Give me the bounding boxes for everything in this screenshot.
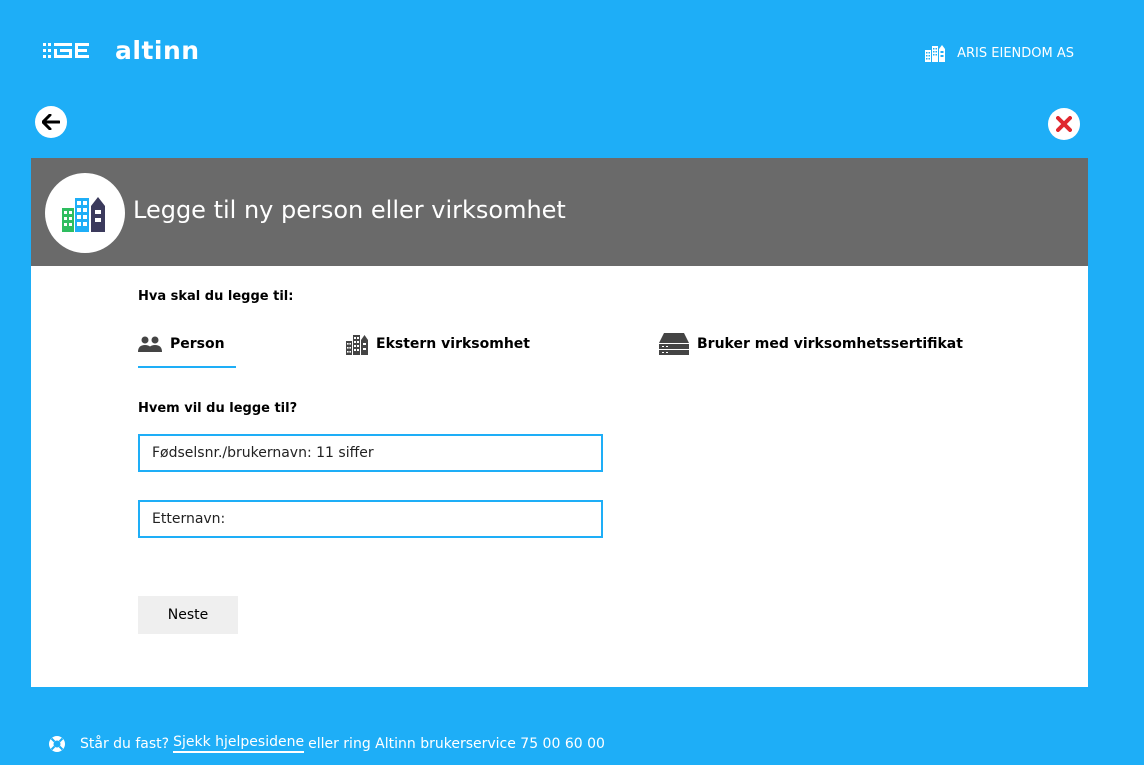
ssn-username-input[interactable] xyxy=(138,434,603,472)
help-footer: Står du fast? Sjekk hjelpesidene eller r… xyxy=(48,734,605,753)
people-icon xyxy=(138,336,162,352)
top-bar: altinn ARIS EIENDOM AS xyxy=(0,0,1144,100)
tab-certificate-user[interactable]: Bruker med virksomhetssertifikat xyxy=(659,322,963,366)
page-title: Legge til ny person eller virksomhet xyxy=(133,196,566,224)
tab-certificate-user-label: Bruker med virksomhetssertifikat xyxy=(697,336,963,352)
altinn-logo[interactable]: altinn xyxy=(43,36,200,65)
brand-name: altinn xyxy=(115,36,200,65)
organization-switcher[interactable]: ARIS EIENDOM AS xyxy=(925,44,1074,62)
header-icon-badge xyxy=(45,173,125,253)
buildings-icon xyxy=(346,333,368,355)
last-name-input[interactable] xyxy=(138,500,603,538)
colored-buildings-icon xyxy=(62,194,108,232)
who-question-label: Hvem vil du legge til? xyxy=(138,401,298,416)
lifebuoy-icon xyxy=(48,735,66,753)
panel-header: Legge til ny person eller virksomhet xyxy=(31,158,1088,266)
type-tabs: Person Ekstern virksomhet Bruker med vir… xyxy=(138,322,1038,370)
close-icon xyxy=(1056,116,1072,132)
organization-name: ARIS EIENDOM AS xyxy=(957,45,1074,61)
help-pages-link[interactable]: Sjekk hjelpesidene xyxy=(173,734,305,753)
close-button[interactable] xyxy=(1048,108,1080,140)
server-icon xyxy=(659,333,689,355)
tab-external-company[interactable]: Ekstern virksomhet xyxy=(346,322,530,366)
tab-external-company-label: Ekstern virksomhet xyxy=(376,336,530,352)
altinn-logo-mark-icon xyxy=(43,40,105,62)
footer-suffix: eller ring Altinn brukerservice 75 00 60… xyxy=(308,735,605,752)
footer-prefix: Står du fast? xyxy=(80,735,170,752)
next-button[interactable]: Neste xyxy=(138,596,238,634)
tab-person-label: Person xyxy=(170,336,225,352)
back-button[interactable] xyxy=(35,106,67,138)
arrow-left-icon xyxy=(42,114,60,130)
type-question-label: Hva skal du legge til: xyxy=(138,289,294,304)
buildings-icon xyxy=(925,44,946,62)
add-person-panel: Legge til ny person eller virksomhet Hva… xyxy=(31,158,1088,687)
tab-person[interactable]: Person xyxy=(138,322,236,368)
